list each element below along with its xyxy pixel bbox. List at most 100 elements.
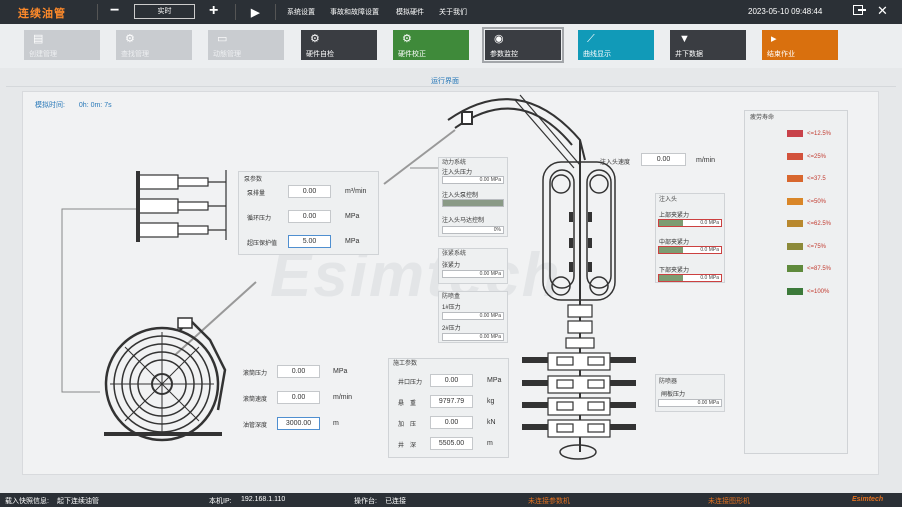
pump-label: 泵排量: [247, 191, 266, 197]
legend-swatch: [787, 220, 803, 227]
legend-label: <=50%: [807, 198, 827, 205]
bar-fill: [659, 275, 683, 281]
stripper2-bar: 0.00 MPa: [442, 333, 504, 341]
legend-label: <=87.5%: [807, 266, 832, 273]
power-label: 注入头泵控制: [442, 193, 479, 199]
status-bar: 载入快照信息: 起下连续油管 本机IP: 192.168.1.110 操作台: …: [0, 493, 902, 507]
reel-unit: m/min: [333, 394, 353, 401]
fatigue-legend-item: <=37.5: [787, 175, 826, 182]
fatigue-legend-item: <=100%: [787, 287, 830, 295]
fatigue-legend-item: <=62.5%: [787, 220, 831, 227]
ram-pressure-bar: 0.00 MPa: [658, 399, 722, 407]
pipe-line: [61, 208, 136, 393]
construction-label: 悬 重: [398, 401, 417, 407]
overpressure-input[interactable]: 5.00: [288, 235, 331, 248]
stripper-label: 1#压力: [442, 305, 461, 311]
pump-unit: MPa: [345, 238, 360, 245]
legend-label: <=62.5%: [807, 221, 832, 228]
construction-label: 加 压: [398, 422, 417, 428]
injector-title: 注入头: [659, 197, 678, 203]
fatigue-legend-item: <=12.5%: [787, 130, 831, 137]
graphics-machine-warning: 未连接图形机: [708, 498, 750, 505]
bar-value: 0.00 MPa: [697, 400, 719, 406]
bar-value: 0.0 MPa: [700, 247, 719, 253]
bar-fill: [659, 247, 683, 253]
pump-label: 超压保护值: [247, 241, 278, 247]
pump-rate-value: 0.00: [288, 185, 331, 198]
snapshot-value: 起下连续油管: [57, 498, 99, 505]
pump-label: 循环压力: [247, 216, 272, 222]
legend-swatch: [787, 152, 803, 160]
pump-title: 泵参数: [244, 177, 263, 183]
snapshot-label: 载入快照信息:: [5, 498, 49, 505]
bar-value: 0.00 MPa: [479, 313, 501, 319]
construction-unit: kg: [487, 398, 495, 405]
tension-title: 张紧系统: [442, 251, 467, 257]
well-depth-value: 5505.00: [430, 437, 473, 450]
construction-label: 井口压力: [398, 380, 423, 386]
fatigue-legend-item: <=50%: [787, 197, 827, 205]
injector-speed-unit: m/min: [696, 157, 716, 164]
ip-label: 本机IP:: [209, 498, 232, 505]
power-label: 注入头马达控制: [442, 218, 485, 224]
reel-label: 滚筒速度: [243, 397, 268, 403]
reel-unit: m: [333, 420, 339, 427]
bar-value: 0.0 MPa: [700, 220, 719, 226]
injector-label: 上部夹紧力: [659, 213, 690, 219]
reel-label: 油管深度: [243, 423, 268, 429]
reel-speed-value: 0.00: [277, 391, 320, 404]
injector-motor-bar: 0%: [442, 226, 504, 234]
bop-label: 闸板压力: [661, 392, 686, 398]
fatigue-legend-item: <=75%: [787, 242, 826, 250]
injector-label: 中部夹紧力: [659, 240, 690, 246]
console-label: 操作台:: [354, 498, 377, 505]
pump-unit-icon: [137, 170, 227, 240]
wellhead-icon: [559, 444, 597, 460]
bar-value: 0.00 MPa: [479, 177, 501, 183]
reel-label: 滚筒压力: [243, 371, 268, 377]
hook-load-value: 9797.79: [430, 395, 473, 408]
injector-label: 下部夹紧力: [659, 268, 690, 274]
circulation-pressure-value: 0.00: [288, 210, 331, 223]
legend-label: <=100%: [807, 288, 830, 295]
construction-unit: MPa: [487, 377, 502, 384]
legend-label: <=37.5: [807, 176, 826, 183]
stripper-title: 防喷盒: [442, 294, 461, 300]
param-machine-warning: 未连接参数机: [528, 498, 570, 505]
pump-unit: m³/min: [345, 188, 367, 195]
ip-value: 192.168.1.110: [241, 496, 286, 503]
bop-title: 防喷器: [659, 379, 678, 385]
console-value: 已连接: [385, 498, 406, 505]
pressurization-value: 0.00: [430, 416, 473, 429]
reel-unit: MPa: [333, 368, 348, 375]
fatigue-life-title: 疲劳寿命: [750, 115, 775, 121]
brand-logo: Esimtech: [852, 496, 884, 503]
bar-value: 0.0 MPa: [700, 275, 719, 281]
wellhead-pressure-value: 0.00: [430, 374, 473, 387]
power-title: 动力系统: [442, 160, 467, 166]
bar-value: 0%: [493, 227, 501, 233]
tension-bar: 0.00 MPa: [442, 270, 504, 278]
tension-label: 张紧力: [442, 263, 461, 269]
bar-value: 0.00 MPa: [479, 271, 501, 277]
bar-fill: [443, 200, 503, 206]
upper-clamp-bar: 0.0 MPa: [658, 219, 722, 227]
construction-unit: m: [487, 440, 493, 447]
legend-label: <=12.5%: [807, 131, 832, 138]
legend-swatch: [787, 197, 803, 205]
stripper1-bar: 0.00 MPa: [442, 312, 504, 320]
legend-swatch: [787, 265, 803, 272]
bar-value: 0.00 MPa: [479, 334, 501, 340]
reel-pressure-value: 0.00: [277, 365, 320, 378]
fatigue-legend-item: <=87.5%: [787, 265, 831, 272]
tubing-depth-input[interactable]: 3000.00: [277, 417, 320, 430]
pump-unit: MPa: [345, 213, 360, 220]
pump-frame: [136, 171, 140, 242]
legend-swatch: [787, 287, 803, 295]
legend-swatch: [787, 242, 803, 250]
middle-clamp-bar: 0.0 MPa: [658, 246, 722, 254]
legend-swatch: [787, 175, 803, 182]
power-label: 注入头压力: [442, 170, 473, 176]
stripper-label: 2#压力: [442, 326, 461, 332]
fatigue-legend-item: <=25%: [787, 152, 826, 160]
